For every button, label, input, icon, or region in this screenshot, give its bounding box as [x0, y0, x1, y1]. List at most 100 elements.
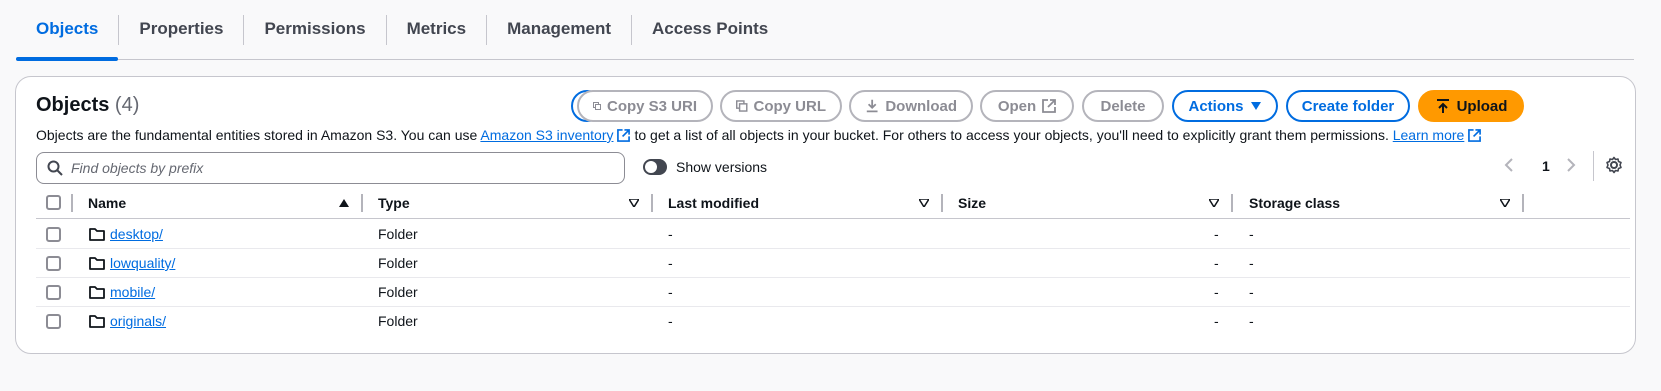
sort-icon[interactable]	[919, 199, 929, 207]
column-divider	[361, 194, 363, 212]
actions-dropdown[interactable]: Actions	[1172, 90, 1278, 122]
delete-label: Delete	[1100, 97, 1146, 115]
search-icon	[47, 160, 63, 176]
object-storage-class: -	[1249, 313, 1254, 329]
search-input[interactable]	[71, 160, 591, 176]
tab-bar: Objects Properties Permissions Metrics M…	[16, 0, 1634, 61]
column-header-storage-class[interactable]: Storage class	[1249, 186, 1340, 219]
objects-panel: Objects (4) Copy S3 URI Copy URL Downloa…	[15, 76, 1636, 354]
object-type: Folder	[378, 284, 418, 300]
sort-icon[interactable]	[629, 199, 639, 207]
download-icon	[866, 99, 878, 113]
sort-icon[interactable]	[1209, 199, 1219, 207]
column-header-last-modified[interactable]: Last modified	[668, 186, 759, 219]
object-size: -	[1214, 313, 1219, 329]
object-storage-class: -	[1249, 226, 1254, 242]
folder-icon	[89, 257, 105, 270]
open-button[interactable]: Open	[980, 90, 1074, 122]
table-row[interactable]: lowquality/ Folder - - -	[36, 249, 1630, 278]
column-divider	[1231, 194, 1233, 212]
object-type: Folder	[378, 313, 418, 329]
object-last-modified: -	[668, 284, 673, 300]
copy-icon	[593, 102, 601, 110]
table-header: Name Type Last modified Size Storage cla…	[36, 186, 1630, 219]
table-row[interactable]: mobile/ Folder - - -	[36, 278, 1630, 307]
pager-divider	[1593, 151, 1594, 181]
object-name-link[interactable]: lowquality/	[110, 255, 175, 271]
copy-url-label: Copy URL	[753, 97, 827, 115]
folder-icon	[89, 228, 105, 241]
external-link-icon	[617, 129, 631, 142]
object-type: Folder	[378, 226, 418, 242]
tab-access-points[interactable]: Access Points	[632, 0, 788, 59]
row-checkbox[interactable]	[46, 285, 61, 300]
column-header-type[interactable]: Type	[378, 186, 410, 219]
folder-icon	[89, 286, 105, 299]
sort-ascending-icon[interactable]	[339, 199, 349, 207]
download-button[interactable]: Download	[849, 90, 973, 122]
select-all-checkbox[interactable]	[46, 195, 61, 210]
copy-s3-uri-button[interactable]: Copy S3 URI	[577, 90, 713, 122]
object-last-modified: -	[668, 313, 673, 329]
panel-description: Objects are the fundamental entities sto…	[36, 127, 1485, 143]
object-size: -	[1214, 284, 1219, 300]
column-divider	[1522, 194, 1524, 212]
object-size: -	[1214, 226, 1219, 242]
copy-s3-uri-label: Copy S3 URI	[606, 97, 697, 115]
object-size: -	[1214, 255, 1219, 271]
object-count: (4)	[114, 94, 140, 116]
column-divider	[941, 194, 943, 212]
actions-label: Actions	[1188, 97, 1244, 115]
sort-icon[interactable]	[1500, 199, 1510, 207]
external-link-icon	[1042, 99, 1057, 113]
gear-icon[interactable]	[1605, 156, 1623, 174]
object-name-link[interactable]: desktop/	[110, 226, 163, 242]
row-checkbox[interactable]	[46, 227, 61, 242]
delete-button[interactable]: Delete	[1082, 90, 1164, 122]
open-label: Open	[997, 97, 1037, 115]
object-storage-class: -	[1249, 284, 1254, 300]
create-folder-button[interactable]: Create folder	[1286, 90, 1410, 122]
object-last-modified: -	[668, 255, 673, 271]
description-text-start: Objects are the fundamental entities sto…	[36, 127, 478, 143]
row-checkbox[interactable]	[46, 314, 61, 329]
current-page[interactable]: 1	[1542, 158, 1550, 174]
chevron-right-icon[interactable]	[1566, 157, 1576, 173]
tab-management[interactable]: Management	[487, 0, 631, 59]
object-last-modified: -	[668, 226, 673, 242]
description-text-end: to get a list of all objects in your buc…	[634, 127, 1389, 143]
caret-down-icon	[1250, 102, 1261, 110]
table-row[interactable]: desktop/ Folder - - -	[36, 220, 1630, 249]
learn-more-link[interactable]: Learn more	[1393, 127, 1465, 143]
object-name-link[interactable]: originals/	[110, 313, 166, 329]
tab-permissions[interactable]: Permissions	[244, 0, 385, 59]
show-versions-label: Show versions	[676, 159, 768, 175]
column-header-name[interactable]: Name	[88, 186, 126, 219]
download-label: Download	[885, 97, 957, 115]
tab-properties[interactable]: Properties	[119, 0, 243, 59]
row-checkbox[interactable]	[46, 256, 61, 271]
table-row[interactable]: originals/ Folder - - -	[36, 307, 1630, 336]
chevron-left-icon[interactable]	[1504, 157, 1514, 173]
object-type: Folder	[378, 255, 418, 271]
create-folder-label: Create folder	[1301, 97, 1395, 115]
folder-icon	[89, 315, 105, 328]
column-divider	[71, 194, 73, 212]
copy-icon	[736, 100, 748, 112]
external-link-icon	[1468, 129, 1482, 142]
tab-objects[interactable]: Objects	[16, 0, 119, 61]
upload-button[interactable]: Upload	[1418, 90, 1524, 122]
show-versions-toggle[interactable]	[643, 159, 667, 175]
tab-metrics[interactable]: Metrics	[387, 0, 487, 59]
object-name-link[interactable]: mobile/	[110, 284, 155, 300]
search-box	[36, 152, 625, 184]
copy-url-button[interactable]: Copy URL	[720, 90, 842, 122]
inventory-link[interactable]: Amazon S3 inventory	[480, 127, 613, 143]
panel-title: Objects (4)	[36, 94, 139, 117]
object-storage-class: -	[1249, 255, 1254, 271]
column-header-size[interactable]: Size	[958, 186, 986, 219]
upload-icon	[1436, 99, 1449, 113]
column-divider	[651, 194, 653, 212]
upload-label: Upload	[1456, 97, 1508, 115]
panel-title-text: Objects	[36, 94, 110, 116]
